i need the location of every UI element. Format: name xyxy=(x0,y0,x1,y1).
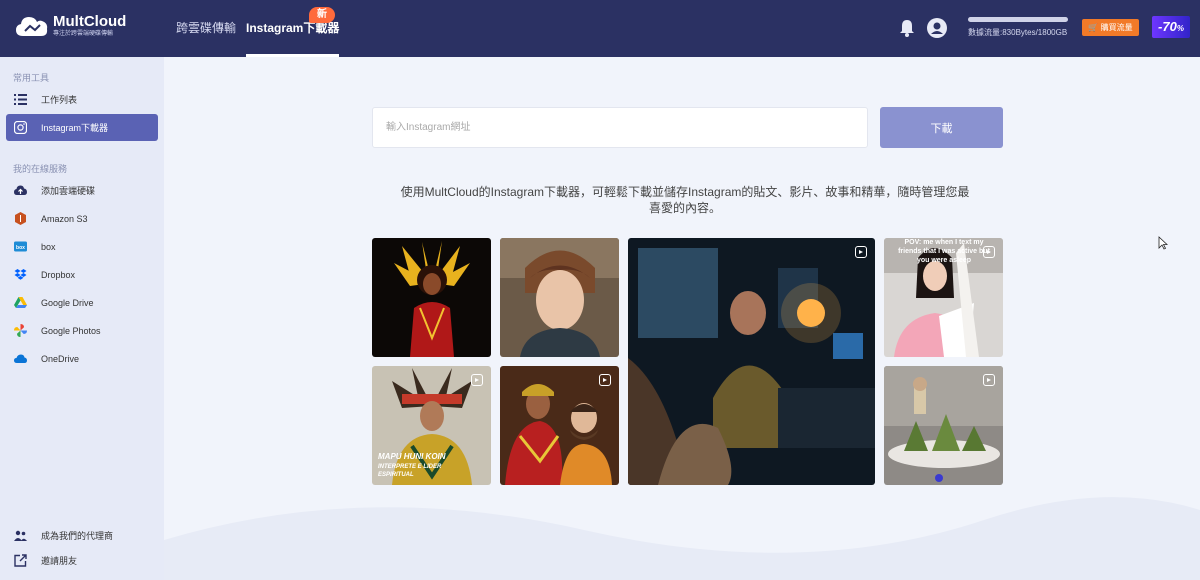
mouse-cursor-icon xyxy=(1158,236,1168,250)
sidebar-item-instagram-downloader[interactable]: Instagram下載器 xyxy=(6,114,158,141)
google-drive-icon xyxy=(14,297,27,308)
download-button[interactable]: 下載 xyxy=(880,107,1003,148)
section-label-common: 常用工具 xyxy=(13,73,50,83)
top-header: MultCloud 專注於跨雲端硬碟傳輸 跨雲碟傳輸 Instagram下載器 … xyxy=(0,0,1200,57)
onedrive-icon xyxy=(14,354,27,363)
instagram-icon xyxy=(14,121,27,134)
discount-badge[interactable]: -70% xyxy=(1152,16,1190,38)
instagram-reel-tile[interactable] xyxy=(500,366,619,485)
amazon-s3-icon xyxy=(15,212,26,225)
instagram-post-tile[interactable] xyxy=(372,238,491,357)
instagram-reel-tile[interactable] xyxy=(884,366,1003,485)
sidebar-item-label: box xyxy=(41,241,56,252)
instagram-reel-tile[interactable] xyxy=(628,238,875,485)
google-photos-icon xyxy=(14,324,27,337)
tab-cloud-transfer[interactable]: 跨雲碟傳輸 xyxy=(176,0,236,57)
logo-subtitle: 專注於跨雲端硬碟傳輸 xyxy=(53,31,114,37)
cart-icon: 🛒 xyxy=(1088,23,1099,32)
cloud-upload-icon xyxy=(14,185,27,195)
sidebar-item-box[interactable]: box box xyxy=(6,233,158,260)
instagram-reel-tile[interactable]: MAPU HUNI KOIN INTERPRETE E LIDER ESPIRI… xyxy=(372,366,491,485)
instagram-reel-tile[interactable]: POV: me when I text my friends that I wa… xyxy=(884,238,1003,357)
sidebar-item-task-list[interactable]: 工作列表 xyxy=(6,86,158,113)
logo[interactable]: MultCloud 專注於跨雲端硬碟傳輸 xyxy=(15,14,126,38)
sidebar-item-label: 成為我們的代理商 xyxy=(41,531,114,541)
discount-value: -70 xyxy=(1158,19,1177,34)
reel-icon xyxy=(855,246,867,258)
sidebar-item-onedrive[interactable]: OneDrive xyxy=(6,345,158,372)
sidebar-item-label: 邀請朋友 xyxy=(41,556,78,566)
instagram-post-tile[interactable] xyxy=(500,238,619,357)
reel-icon xyxy=(983,374,995,386)
sidebar-item-amazon-s3[interactable]: Amazon S3 xyxy=(6,205,158,232)
reel-icon xyxy=(471,374,483,386)
sidebar-item-label: Google Drive xyxy=(41,297,94,308)
post-image xyxy=(372,238,491,357)
reel-icon xyxy=(599,374,611,386)
buy-traffic-button[interactable]: 🛒 購買流量 xyxy=(1082,19,1139,36)
agent-icon xyxy=(14,530,27,541)
list-icon xyxy=(14,94,27,105)
sidebar-item-label: Instagram下載器 xyxy=(41,123,109,133)
dropbox-icon xyxy=(14,269,27,280)
buy-traffic-label: 購買流量 xyxy=(1100,23,1133,32)
sidebar-item-label: Google Photos xyxy=(41,325,101,336)
sidebar-item-label: 工作列表 xyxy=(41,95,78,105)
new-badge: 新 xyxy=(309,7,335,23)
traffic-bar xyxy=(968,17,1068,22)
sidebar: 常用工具 工作列表 Instagram下載器 我的在線服務 添加雲端硬碟 Ama… xyxy=(0,57,164,580)
bell-icon[interactable] xyxy=(899,19,915,37)
description-text: 使用MultCloud的Instagram下載器，可輕鬆下載並儲存Instagr… xyxy=(400,185,970,215)
sidebar-item-google-drive[interactable]: Google Drive xyxy=(6,289,158,316)
sidebar-item-google-photos[interactable]: Google Photos xyxy=(6,317,158,344)
logo-title: MultCloud xyxy=(53,13,127,30)
traffic-text: 數據流量:830Bytes/1800GB xyxy=(968,28,1068,37)
section-label-services: 我的在線服務 xyxy=(13,164,68,174)
user-avatar-icon[interactable] xyxy=(927,18,947,38)
instagram-url-input[interactable] xyxy=(372,107,868,148)
post-caption: POV: me when I text my friends that I wa… xyxy=(898,239,990,264)
discount-unit: % xyxy=(1176,24,1184,33)
sidebar-item-dropbox[interactable]: Dropbox xyxy=(6,261,158,288)
main-content: 下載 使用MultCloud的Instagram下載器，可輕鬆下載並儲存Inst… xyxy=(164,57,1200,580)
sidebar-item-label: OneDrive xyxy=(41,353,80,364)
invite-icon xyxy=(14,554,27,567)
post-image xyxy=(500,238,619,357)
traffic-meter: 數據流量:830Bytes/1800GB xyxy=(968,17,1068,38)
post-image xyxy=(628,238,875,485)
cloud-logo-icon xyxy=(16,17,48,36)
sidebar-item-add-cloud[interactable]: 添加雲端硬碟 xyxy=(6,177,158,204)
post-caption-sub: INTERPRETE E LIDER ESPIRITUAL xyxy=(378,464,442,478)
post-caption: MAPU HUNI KOIN xyxy=(378,452,446,461)
sidebar-item-invite-friends[interactable]: 邀請朋友 xyxy=(6,547,158,574)
sidebar-item-label: Dropbox xyxy=(41,269,76,280)
svg-text:box: box xyxy=(16,245,25,251)
reel-icon xyxy=(983,246,995,258)
sidebar-item-become-agent[interactable]: 成為我們的代理商 xyxy=(6,522,158,549)
sidebar-item-label: 添加雲端硬碟 xyxy=(41,186,96,196)
sidebar-item-label: Amazon S3 xyxy=(41,213,88,224)
box-icon: box xyxy=(14,241,27,252)
